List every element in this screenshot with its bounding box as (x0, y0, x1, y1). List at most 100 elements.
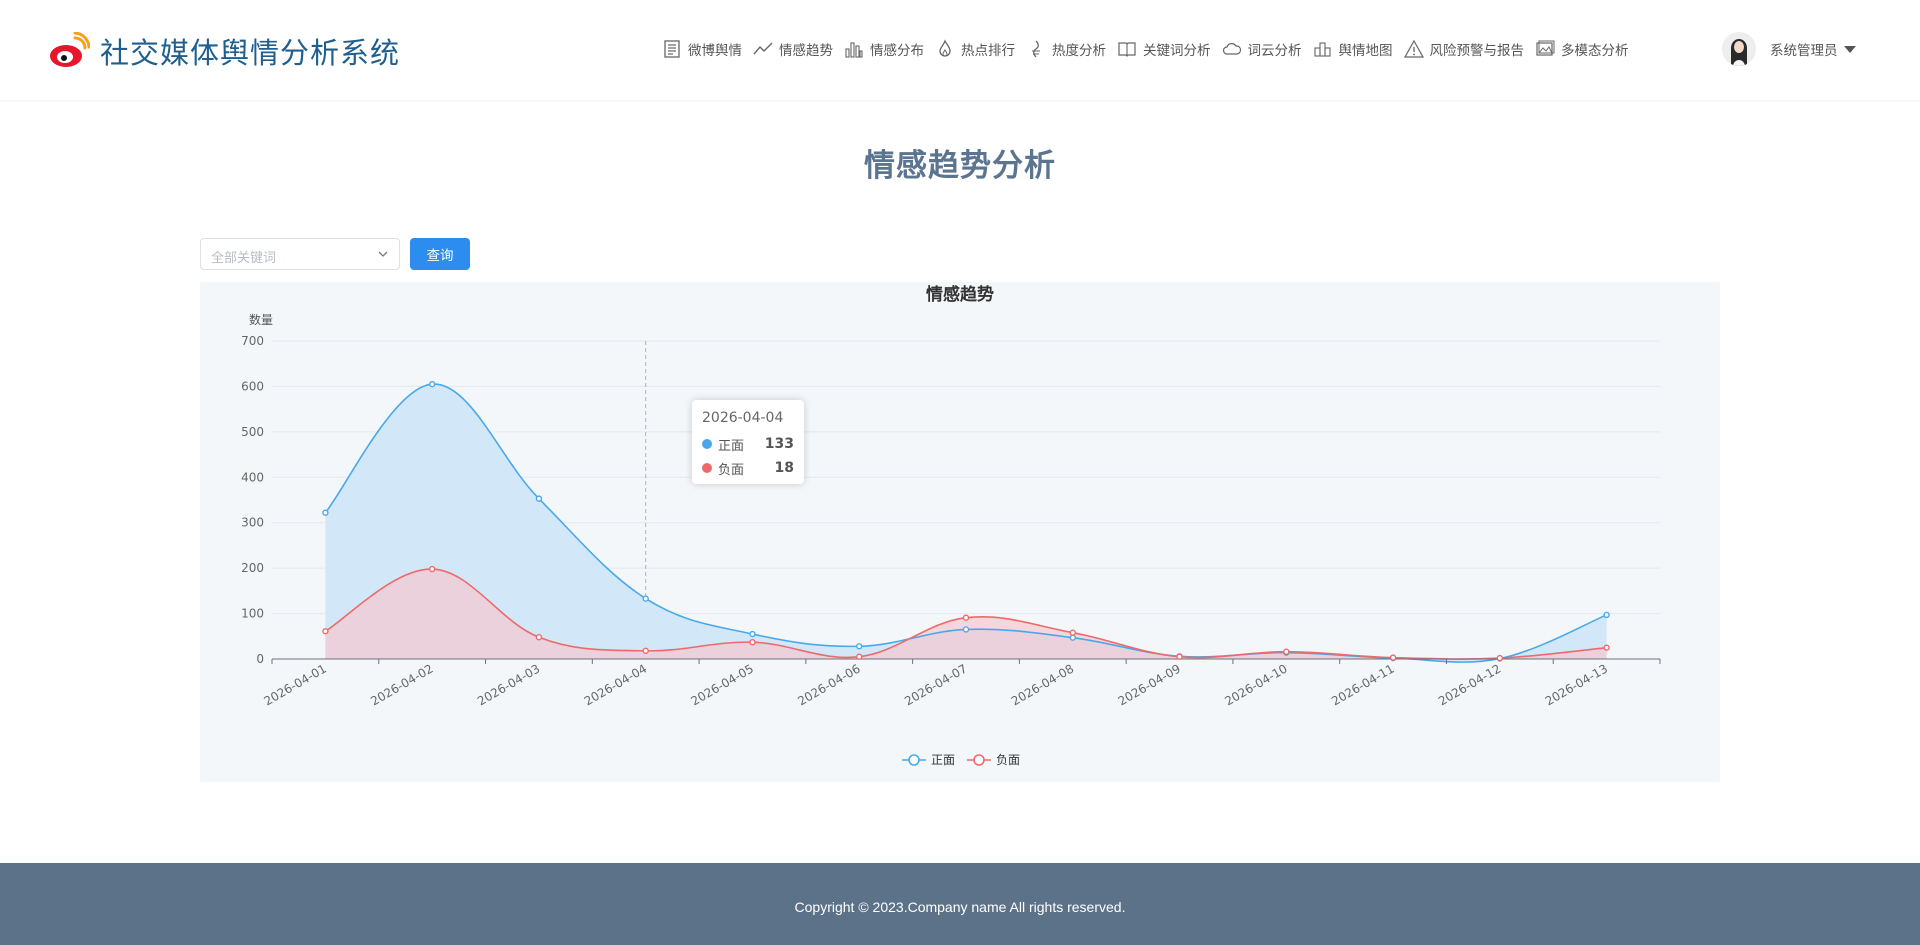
nav-item-distribution[interactable]: 情感分布 (844, 39, 924, 59)
sentiment-trend-chart: 情感趋势 数量 0 100 200 300 400 500 600 700 2026-04-01… (200, 282, 1720, 782)
x-tick-label: 2026-04-03 (475, 661, 542, 708)
x-tick-label: 2026-04-04 (582, 661, 649, 708)
weibo-logo-icon (50, 32, 90, 67)
x-tick-label: 2026-04-02 (368, 661, 435, 708)
nav-label: 情感分布 (870, 43, 924, 59)
heat-icon (1032, 40, 1040, 58)
user-name: 系统管理员 (1770, 43, 1838, 59)
data-point (642, 595, 649, 602)
data-point (962, 614, 970, 621)
data-point (535, 495, 543, 502)
tooltip-date: 2026-04-04 (702, 410, 784, 426)
user-menu[interactable]: 系统管理员 (1722, 32, 1856, 66)
user-avatar-icon (1722, 32, 1756, 66)
x-tick-label: 2026-04-10 (1222, 661, 1289, 708)
data-point (856, 653, 863, 660)
nav-item-trend[interactable]: 情感趋势 (753, 39, 833, 59)
y-tick-label: 0 (256, 652, 264, 666)
y-tick-label: 700 (241, 334, 264, 348)
brand[interactable]: 社交媒体舆情分析系统 (48, 30, 400, 72)
x-tick-label: 2026-04-07 (902, 661, 969, 708)
x-tick-label: 2026-04-06 (795, 661, 862, 708)
data-point (535, 633, 543, 641)
tooltip-series-value: 133 (764, 436, 794, 452)
legend-label: 正面 (931, 753, 955, 767)
chart-svg: 情感趋势 数量 0 100 200 300 400 500 600 700 2026-04-01… (241, 284, 1661, 767)
data-point (1496, 654, 1504, 662)
y-tick-label: 500 (241, 425, 264, 439)
data-point (428, 380, 436, 388)
series-dot-icon (702, 439, 712, 449)
document-icon (664, 40, 680, 58)
legend-marker (973, 754, 985, 766)
nav-item-wordcloud[interactable]: 词云分析 (1222, 39, 1302, 59)
nav-label: 多模态分析 (1561, 43, 1629, 59)
data-point (642, 647, 649, 655)
tooltip-row-positive: 正面 133 (702, 432, 794, 456)
y-tick-label: 600 (241, 379, 264, 393)
data-point (1389, 654, 1397, 661)
keyword-select[interactable]: 全部关键词 (200, 238, 400, 270)
warning-icon (1403, 39, 1424, 58)
tooltip-row-negative: 负面 18 (702, 456, 794, 480)
query-button[interactable]: 查询 (410, 238, 470, 270)
y-axis-label: 数量 (249, 312, 273, 327)
x-tick-label: 2026-04-11 (1329, 661, 1396, 708)
top-header: 社交媒体舆情分析系统 微博舆情 情感趋势 情感分布 热点排行 热度分析 关键词分… (0, 0, 1920, 100)
data-point (1069, 629, 1076, 636)
nav-item-multimodal[interactable]: 多模态分析 (1535, 39, 1629, 59)
book-icon (1118, 42, 1136, 57)
chevron-down-icon (378, 251, 388, 257)
nav-item-hot-rank[interactable]: 热点排行 (935, 39, 1015, 59)
page-title: 情感趋势分析 (864, 148, 1056, 184)
image-icon (1536, 40, 1555, 56)
chart-legend: 正面 负面 (902, 753, 1020, 767)
y-tick-label: 300 (241, 516, 264, 530)
nav-label: 风险预警与报告 (1429, 43, 1525, 59)
nav-item-warning[interactable]: 风险预警与报告 (1403, 39, 1525, 59)
data-point (322, 628, 329, 635)
y-tick-label: 100 (241, 607, 264, 621)
bar-chart-icon (845, 42, 863, 58)
legend-label: 负面 (996, 753, 1020, 767)
x-tick-label: 2026-04-01 (261, 661, 328, 708)
legend-marker (908, 754, 920, 766)
data-point (1069, 634, 1076, 641)
nav-item-map[interactable]: 舆情地图 (1313, 39, 1393, 59)
x-tick-label: 2026-04-09 (1116, 661, 1183, 708)
main-nav: 微博舆情 情感趋势 情感分布 热点排行 热度分析 关键词分析 词云分析 舆情地图… (662, 36, 1640, 62)
data-point (749, 630, 756, 638)
tooltip-series-name: 正面 (718, 438, 745, 454)
data-point (1603, 644, 1610, 651)
data-point (856, 643, 863, 650)
nav-label: 舆情地图 (1338, 43, 1393, 59)
y-tick-label: 400 (241, 470, 264, 484)
series-dot-icon (702, 463, 712, 473)
chart-title: 情感趋势 (926, 284, 994, 305)
nav-label: 情感趋势 (779, 43, 833, 59)
data-point (428, 565, 436, 573)
data-point (322, 509, 329, 516)
data-point (749, 638, 756, 646)
map-icon (1313, 42, 1331, 57)
footer: Copyright © 2023.Company name All rights… (0, 863, 1920, 945)
nav-label: 微博舆情 (688, 43, 742, 59)
x-tick-label: 2026-04-12 (1436, 661, 1503, 708)
nav-label: 热点排行 (961, 43, 1015, 59)
trend-line-icon (753, 42, 773, 55)
tooltip-series-name: 负面 (718, 462, 745, 478)
flame-icon (939, 39, 951, 57)
nav-label: 词云分析 (1247, 43, 1302, 59)
cloud-icon (1222, 43, 1241, 55)
nav-label: 关键词分析 (1143, 43, 1211, 59)
nav-item-heat[interactable]: 热度分析 (1026, 39, 1106, 59)
data-point (1176, 653, 1183, 660)
data-point (1603, 611, 1610, 619)
caret-down-icon (1843, 45, 1856, 53)
nav-label: 热度分析 (1052, 43, 1106, 59)
x-tick-label: 2026-04-08 (1009, 661, 1076, 708)
chart-tooltip: 2026-04-04 正面 133 负面 18 (692, 400, 804, 484)
nav-item-keyword[interactable]: 关键词分析 (1117, 39, 1211, 59)
data-point (962, 626, 970, 633)
nav-item-weibo[interactable]: 微博舆情 (662, 39, 742, 59)
